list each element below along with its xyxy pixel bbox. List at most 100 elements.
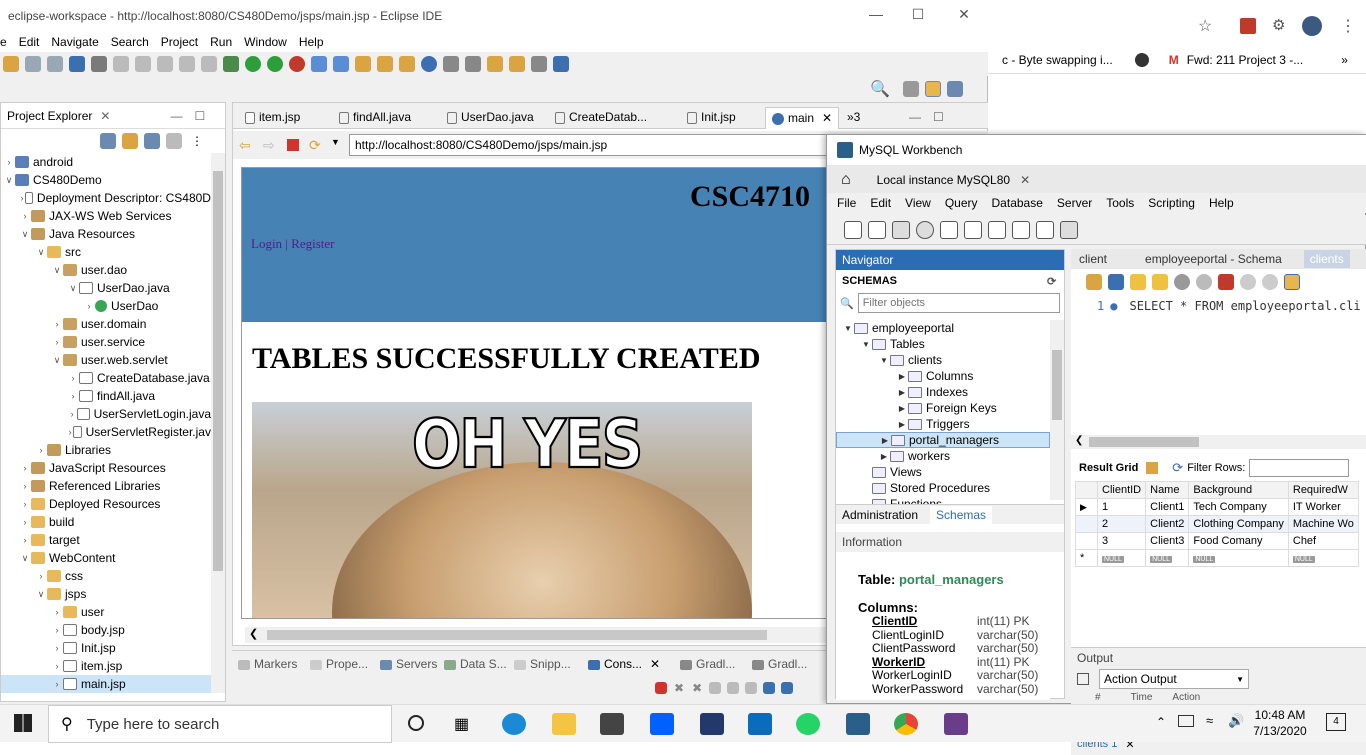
close-tab-icon[interactable]: ✕ (822, 111, 832, 125)
minimize-editor-icon[interactable]: — (903, 107, 927, 129)
tab-markers[interactable]: Markers (238, 657, 297, 671)
chevron-down-icon[interactable]: ∨ (67, 283, 79, 294)
dropbox-icon[interactable] (650, 713, 674, 735)
chrome-icon[interactable] (894, 713, 918, 735)
open-folder-icon[interactable] (377, 56, 393, 72)
tree-item[interactable]: › UserServletRegister.jav (1, 423, 211, 441)
new-server-icon[interactable] (311, 56, 327, 72)
chevron-down-icon[interactable]: ∨ (35, 247, 47, 258)
forward-icon[interactable] (531, 56, 547, 72)
file-explorer-icon[interactable] (552, 713, 576, 735)
tab-init-jsp[interactable]: Init.jsp (681, 107, 742, 129)
minimize-view-icon[interactable]: — (170, 109, 182, 123)
row-header[interactable]: ▶ (1075, 498, 1098, 516)
table-cell[interactable]: Chef (1287, 532, 1359, 550)
tree-arrow-icon[interactable]: ▶ (879, 436, 891, 445)
output-type-select[interactable]: Action Output ▼ (1099, 669, 1249, 689)
minimize-button[interactable]: — (866, 6, 886, 26)
connection-tab[interactable]: Local instance MySQL80 ✕ (877, 173, 1030, 187)
col-header-name[interactable]: Name (1145, 481, 1190, 499)
chrome-menu-icon[interactable]: ⋮ (1340, 16, 1356, 36)
wb-menu-scripting[interactable]: Scripting (1148, 196, 1195, 210)
visual-studio-icon[interactable] (700, 713, 724, 735)
globe-icon[interactable] (421, 56, 437, 72)
schema-tree-item[interactable]: ▶ Triggers (836, 416, 1050, 432)
open-perspective-icon[interactable] (902, 81, 919, 97)
wb-menu-file[interactable]: File (837, 196, 856, 210)
refresh-icon[interactable]: ⟳ (309, 137, 321, 154)
schema-tree-item[interactable]: ▶ portal_managers (836, 432, 1050, 448)
chevron-down-icon[interactable]: ∨ (19, 553, 31, 564)
tree-item[interactable]: › item.jsp (1, 657, 211, 675)
wb-menu-edit[interactable]: Edit (870, 196, 891, 210)
chevron-right-icon[interactable]: › (19, 481, 31, 491)
wb-menu-query[interactable]: Query (945, 196, 978, 210)
view-menu-icon[interactable]: ⋮ (191, 134, 203, 148)
clock[interactable]: 10:48 AM 7/13/2020 (1250, 707, 1310, 739)
tree-arrow-icon[interactable]: ▶ (878, 452, 890, 461)
copy-output-icon[interactable] (1077, 673, 1089, 685)
table-cell[interactable]: Clothing Company (1188, 515, 1289, 533)
chevron-right-icon[interactable]: › (67, 391, 79, 401)
row-header[interactable] (1075, 532, 1098, 550)
wb-menu-database[interactable]: Database (992, 196, 1043, 210)
new-sql-tab-icon[interactable] (844, 220, 862, 239)
row-header[interactable] (1075, 515, 1098, 533)
table-cell[interactable]: 1 (1096, 498, 1147, 516)
null-cell[interactable]: NULL (1145, 549, 1190, 567)
extensions-icon[interactable]: ⚙ (1272, 16, 1285, 34)
store-icon[interactable] (600, 713, 624, 735)
tab-snippets[interactable]: Snipp... (514, 657, 571, 671)
tree-item[interactable]: › body.jsp (1, 621, 211, 639)
tree-item[interactable]: ∨ user.web.servlet (1, 351, 211, 369)
schema-scrollbar[interactable] (1050, 320, 1064, 500)
tree-scrollbar-thumb[interactable] (213, 171, 223, 571)
url-input[interactable]: http://localhost:8080/CS480Demo/jsps/mai… (349, 134, 829, 156)
grid-view-icon[interactable] (1146, 462, 1159, 474)
schema-tree-item[interactable]: ▶ Columns (836, 368, 1050, 384)
table-cell[interactable]: Tech Company (1188, 498, 1289, 516)
save-icon[interactable] (25, 56, 41, 72)
inspector-icon[interactable] (892, 220, 910, 239)
tree-item[interactable]: › user.service (1, 333, 211, 351)
tree-arrow-icon[interactable]: ▶ (896, 372, 908, 381)
tab-client[interactable]: client (1079, 252, 1107, 266)
task-view-icon[interactable]: ▦ (454, 714, 469, 734)
new-row[interactable]: * NULL NULL NULL NULL (1075, 549, 1359, 567)
chevron-right-icon[interactable]: › (83, 301, 95, 311)
open-sql-script-icon[interactable] (868, 220, 886, 239)
tree-item[interactable]: › Referenced Libraries (1, 477, 211, 495)
tree-item[interactable]: ∨ UserDao.java (1, 279, 211, 297)
new-icon[interactable] (3, 56, 19, 72)
tree-item[interactable]: › JavaScript Resources (1, 459, 211, 477)
back-nav-icon[interactable] (509, 56, 525, 72)
console-icon[interactable] (69, 56, 85, 72)
tab-createdatabase[interactable]: CreateDatab... (549, 107, 653, 129)
register-link[interactable]: Register (291, 236, 334, 251)
suspend-icon[interactable] (135, 56, 151, 72)
chevron-right-icon[interactable]: › (51, 679, 63, 689)
sql-hscrollbar[interactable]: ❮ (1071, 435, 1366, 449)
tree-arrow-icon[interactable]: ▶ (896, 420, 908, 429)
new-class-icon[interactable] (333, 56, 349, 72)
schema-tree-item[interactable]: ▶ Foreign Keys (836, 400, 1050, 416)
chevron-right-icon[interactable]: › (35, 445, 47, 455)
back-icon[interactable] (487, 56, 503, 72)
tree-item[interactable]: ∨ CS480Demo (1, 171, 211, 189)
tree-item[interactable]: › user.domain (1, 315, 211, 333)
commit-icon[interactable] (1240, 274, 1256, 290)
create-schema-icon[interactable] (916, 220, 934, 239)
menu-edit[interactable]: Edit (19, 35, 40, 49)
tree-item[interactable]: › Libraries (1, 441, 211, 459)
external-tools-icon[interactable] (289, 56, 305, 72)
resume-icon[interactable] (113, 56, 129, 72)
next-annotation-icon[interactable] (465, 56, 481, 72)
schema-tree-item[interactable]: ▼ clients (836, 352, 1050, 368)
tab-employeeportal-schema[interactable]: employeeportal - Schema (1145, 252, 1282, 266)
scroll-left-icon[interactable]: ❮ (1075, 435, 1083, 446)
tab-findall-java[interactable]: findAll.java (333, 107, 417, 129)
table-row[interactable]: ▶ 1 Client1 Tech Company IT Worker (1075, 498, 1359, 516)
remove-launch-icon[interactable]: ✖ (674, 681, 684, 695)
table-cell[interactable]: Food Comany (1188, 532, 1289, 550)
cortana-icon[interactable] (408, 715, 424, 731)
